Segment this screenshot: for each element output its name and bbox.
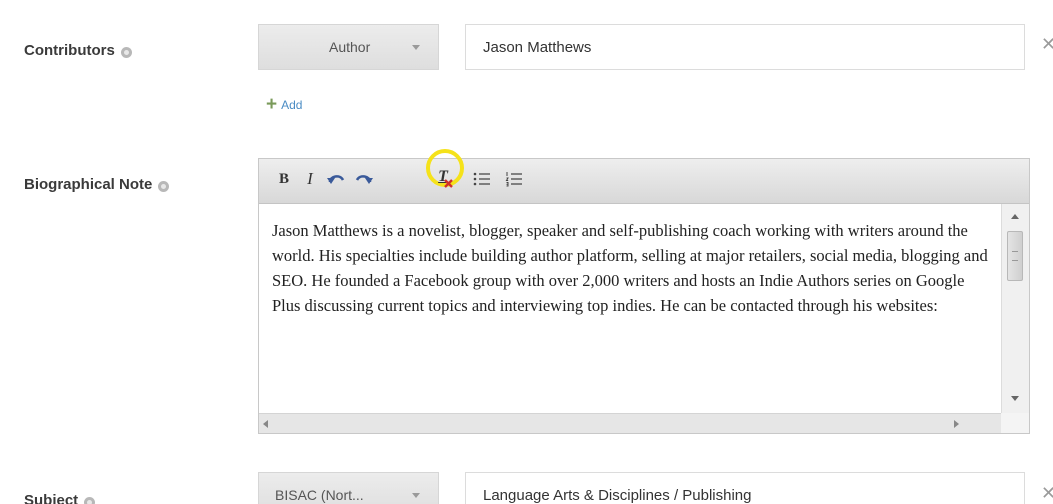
subject-scheme-value: BISAC (Nort... xyxy=(275,487,364,503)
undo-icon[interactable] xyxy=(325,167,347,191)
remove-subject-icon[interactable]: ✕ xyxy=(1041,483,1053,504)
redo-icon[interactable] xyxy=(353,167,375,191)
add-contributor-link[interactable]: + Add xyxy=(266,95,302,114)
editor-toolbar: B I T xyxy=(259,149,1029,204)
subject-label-text: Subject xyxy=(24,492,79,504)
horizontal-scrollbar[interactable] xyxy=(259,413,1001,433)
bio-label: Biographical Note xyxy=(24,176,170,193)
subject-label: Subject xyxy=(24,492,96,504)
contributors-label-text: Contributors xyxy=(24,42,115,59)
add-contributor-label: Add xyxy=(281,97,303,112)
bio-label-text: Biographical Note xyxy=(24,176,153,193)
contributor-role-value: Author xyxy=(329,39,371,55)
help-icon[interactable] xyxy=(84,497,96,504)
italic-button[interactable]: I xyxy=(301,167,319,191)
scroll-left-icon[interactable] xyxy=(263,420,268,428)
help-icon[interactable] xyxy=(158,181,170,192)
subject-value: Language Arts & Disciplines / Publishing xyxy=(483,486,752,504)
bio-text-area[interactable]: Jason Matthews is a novelist, blogger, s… xyxy=(259,204,1001,413)
scroll-right-icon[interactable] xyxy=(954,420,959,428)
contributor-name-value: Jason Matthews xyxy=(483,38,592,56)
bio-rich-text-editor: B I T Jason Matthews is a novelist, blog… xyxy=(258,149,1030,434)
scroll-down-icon[interactable] xyxy=(1011,396,1019,401)
numbered-list-icon[interactable] xyxy=(503,167,525,191)
remove-contributor-icon[interactable]: ✕ xyxy=(1041,34,1053,55)
chevron-down-icon xyxy=(412,45,420,50)
contributor-name-input[interactable]: Jason Matthews xyxy=(465,24,1025,70)
contributors-label: Contributors xyxy=(24,42,132,59)
subject-scheme-select[interactable]: BISAC (Nort... xyxy=(258,472,439,504)
help-icon[interactable] xyxy=(120,47,132,58)
bulleted-list-icon[interactable] xyxy=(471,167,493,191)
scroll-thumb[interactable] xyxy=(1007,231,1023,281)
subject-input[interactable]: Language Arts & Disciplines / Publishing xyxy=(465,472,1025,504)
plus-icon: + xyxy=(266,94,278,115)
chevron-down-icon xyxy=(412,493,420,498)
contributor-role-select[interactable]: Author xyxy=(258,24,439,70)
scroll-up-icon[interactable] xyxy=(1011,214,1019,219)
book-details-form: Contributors Author Jason Matthews ✕ + A… xyxy=(0,0,1053,504)
clear-formatting-icon[interactable]: T xyxy=(431,165,455,189)
vertical-scrollbar[interactable] xyxy=(1001,204,1029,413)
bold-button[interactable]: B xyxy=(275,167,293,191)
